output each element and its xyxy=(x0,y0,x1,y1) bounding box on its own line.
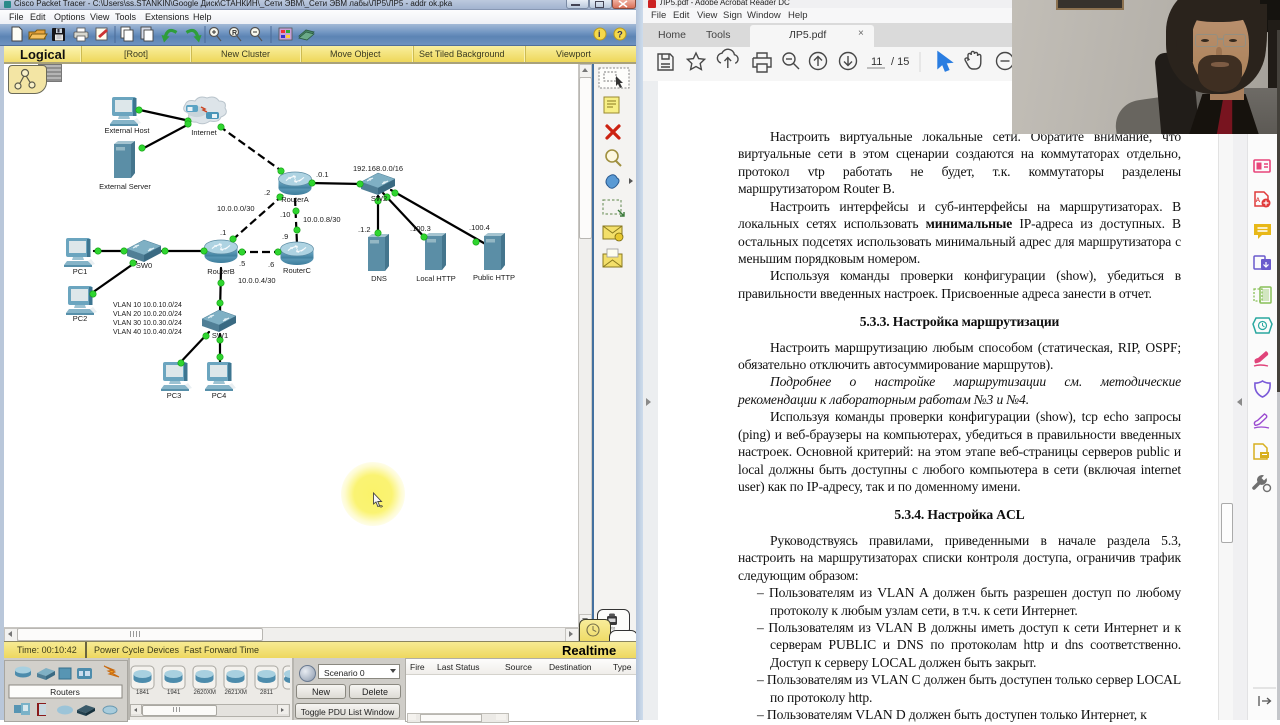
svg-text:i: i xyxy=(598,29,601,39)
svg-text:SW1: SW1 xyxy=(212,331,228,340)
svg-text:?: ? xyxy=(617,30,623,41)
svg-text:1941: 1941 xyxy=(167,690,181,696)
svg-text:VLAN 30 10.0.30.0/24: VLAN 30 10.0.30.0/24 xyxy=(113,320,182,327)
svg-text:10.0.0.8/30: 10.0.0.8/30 xyxy=(303,215,341,224)
svg-text:2621XM: 2621XM xyxy=(225,690,247,696)
svg-text:.2: .2 xyxy=(264,188,270,197)
svg-text:PC4: PC4 xyxy=(212,391,227,400)
svg-text:1841: 1841 xyxy=(136,690,150,696)
svg-text:Public HTTP: Public HTTP xyxy=(473,273,515,282)
svg-text:SW2: SW2 xyxy=(371,194,387,203)
svg-text:.100.4: .100.4 xyxy=(469,223,490,232)
svg-text:Internet: Internet xyxy=(191,128,217,137)
svg-text:R: R xyxy=(232,30,237,37)
svg-text:.6: .6 xyxy=(268,260,274,269)
svg-text:PC2: PC2 xyxy=(73,314,88,323)
svg-text:2811: 2811 xyxy=(260,690,274,696)
svg-text:2620XM: 2620XM xyxy=(194,690,216,696)
svg-text:.5: .5 xyxy=(239,259,245,268)
svg-text:.100.3: .100.3 xyxy=(410,224,431,233)
svg-text:192.168.0.0/16: 192.168.0.0/16 xyxy=(353,164,403,173)
svg-text:PC1: PC1 xyxy=(73,267,88,276)
svg-text:10.0.0.0/30: 10.0.0.0/30 xyxy=(217,204,255,213)
svg-text:/ 15: / 15 xyxy=(891,56,909,68)
svg-text:.1.2: .1.2 xyxy=(358,225,371,234)
svg-text:VLAN 10 10.0.10.0/24: VLAN 10 10.0.10.0/24 xyxy=(113,302,182,309)
svg-text:VLAN 20 10.0.20.0/24: VLAN 20 10.0.20.0/24 xyxy=(113,311,182,318)
svg-text:DNS: DNS xyxy=(371,274,387,283)
svg-text:RouterA: RouterA xyxy=(281,195,309,204)
svg-text:.1: .1 xyxy=(220,228,226,237)
svg-text:PC3: PC3 xyxy=(167,391,182,400)
svg-text:RouterC: RouterC xyxy=(283,266,312,275)
svg-text:11: 11 xyxy=(871,56,882,68)
svg-text:RouterB: RouterB xyxy=(207,267,235,276)
svg-text:10.0.0.4/30: 10.0.0.4/30 xyxy=(238,276,276,285)
svg-text:.10: .10 xyxy=(280,210,290,219)
svg-text:External Host: External Host xyxy=(104,126,150,135)
svg-text:Local HTTP: Local HTTP xyxy=(416,274,456,283)
svg-text:External Server: External Server xyxy=(99,182,151,191)
svg-text:.0.1: .0.1 xyxy=(316,170,329,179)
svg-text:.9: .9 xyxy=(282,232,288,241)
svg-text:SW0: SW0 xyxy=(136,261,152,270)
svg-text:Routers: Routers xyxy=(50,687,80,697)
svg-text:VLAN 40 10.0.40.0/24: VLAN 40 10.0.40.0/24 xyxy=(113,329,182,336)
svg-text:A: A xyxy=(1256,197,1261,204)
